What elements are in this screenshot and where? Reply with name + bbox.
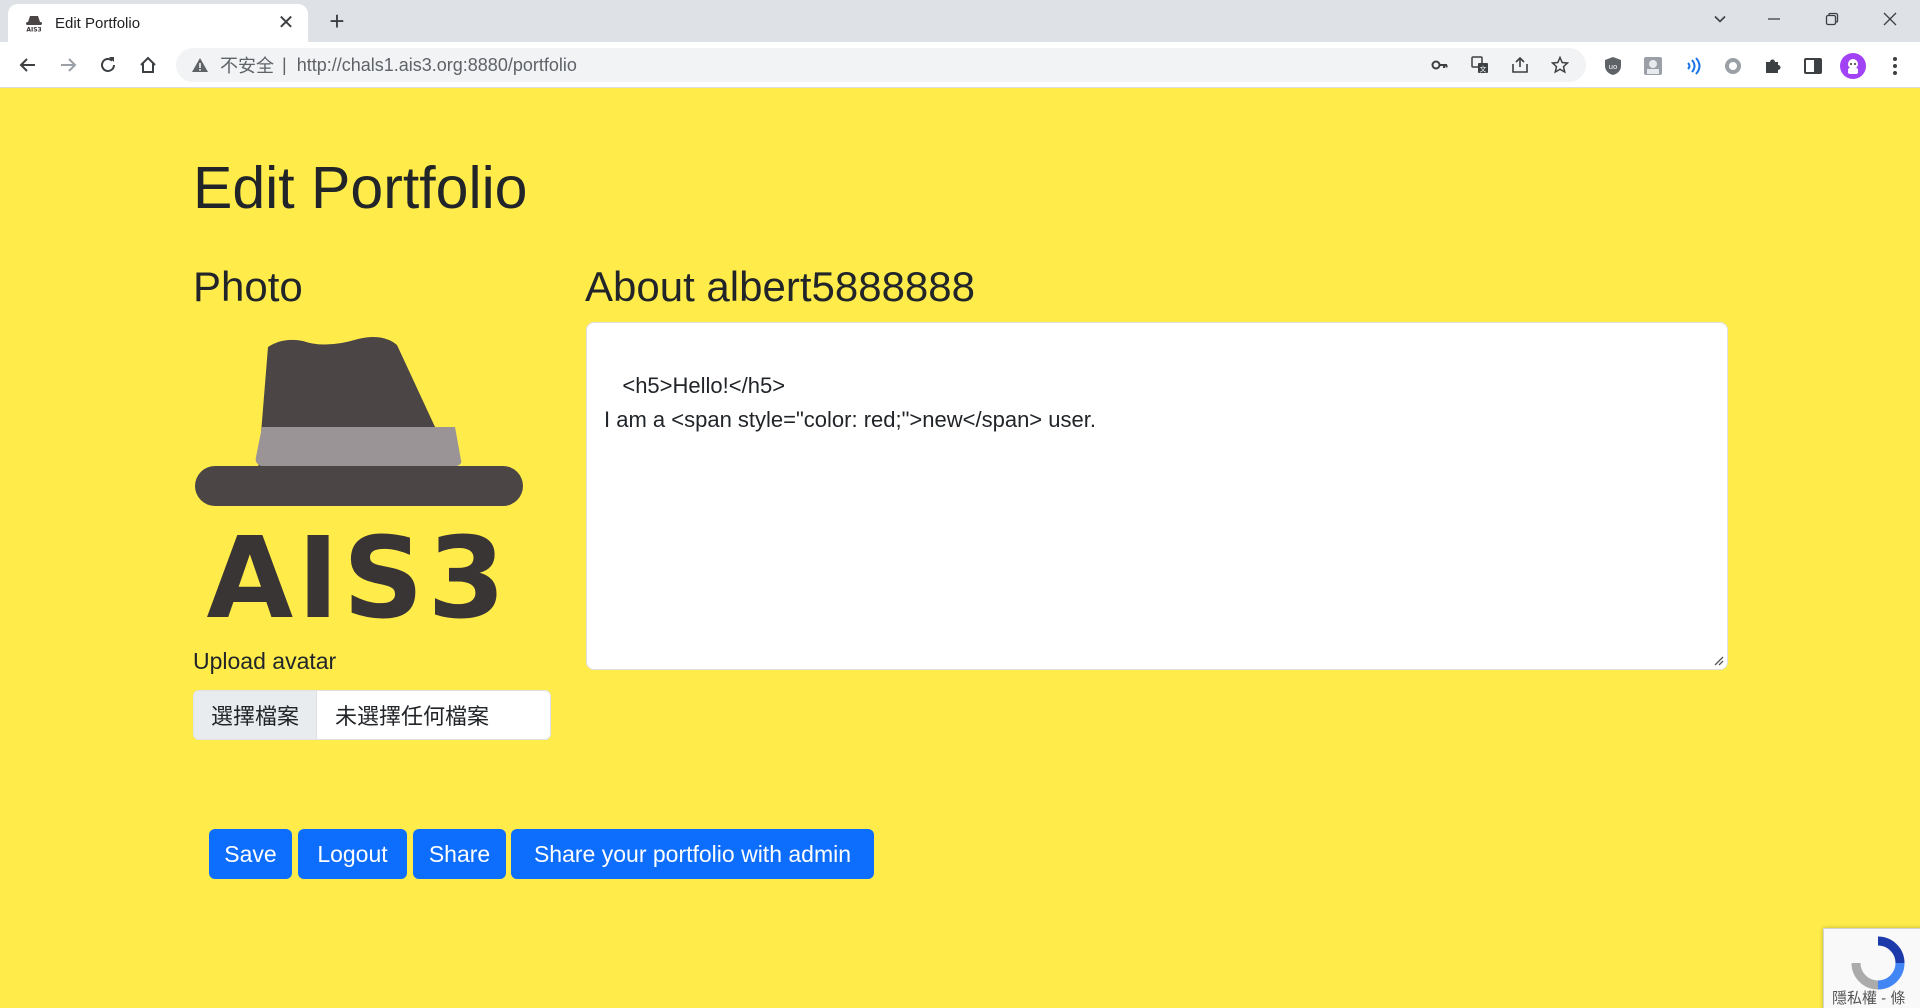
url-separator: | (282, 54, 287, 75)
url-path: /portfolio (507, 54, 577, 75)
translate-icon[interactable]: 文 (1470, 55, 1490, 75)
resize-grip-icon[interactable] (1712, 654, 1724, 666)
photo-heading: Photo (193, 263, 303, 310)
ublock-extension-icon[interactable]: uo (1602, 55, 1624, 77)
svg-text:文: 文 (1480, 65, 1487, 74)
warning-triangle-icon[interactable] (190, 55, 210, 75)
close-window-icon[interactable] (1862, 0, 1918, 38)
browser-tab[interactable]: AIS3 Edit Portfolio ✕ (8, 4, 308, 42)
extensions-puzzle-icon[interactable] (1762, 55, 1784, 77)
page-title: Edit Portfolio (193, 155, 528, 221)
not-secure-label[interactable]: 不安全 (220, 52, 274, 78)
about-textarea[interactable]: <h5>Hello!</h5> I am a <span style="colo… (586, 322, 1728, 670)
browser-tab-strip: AIS3 Edit Portfolio ✕ + (0, 0, 1920, 42)
svg-text:AIS3: AIS3 (26, 27, 41, 33)
restore-icon[interactable] (1804, 0, 1860, 38)
photo-extension-icon[interactable] (1642, 55, 1664, 77)
avatar-file-input[interactable]: 選擇檔案 未選擇任何檔案 (193, 690, 551, 740)
logout-button[interactable]: Logout (298, 829, 407, 879)
tab-search-icon[interactable] (1692, 0, 1748, 38)
choose-file-button[interactable]: 選擇檔案 (194, 691, 317, 739)
address-bar[interactable]: 不安全 | http://chals1.ais3.org:8880/portfo… (176, 48, 1586, 82)
recaptcha-privacy-text[interactable]: 隱私權 - 條 (1832, 987, 1905, 1008)
svg-text:uo: uo (1609, 63, 1618, 71)
save-button[interactable]: Save (209, 829, 292, 879)
side-panel-icon[interactable] (1802, 55, 1824, 77)
tab-title: Edit Portfolio (55, 14, 141, 32)
about-heading: About albert5888888 (585, 263, 975, 310)
share-with-admin-button[interactable]: Share your portfolio with admin (511, 829, 874, 879)
browser-toolbar: 不安全 | http://chals1.ais3.org:8880/portfo… (0, 42, 1920, 88)
tab-close-icon[interactable]: ✕ (274, 13, 298, 33)
new-tab-button[interactable]: + (322, 7, 352, 37)
about-content[interactable]: <h5>Hello!</h5> I am a <span style="colo… (604, 373, 1096, 432)
recaptcha-logo-icon (1851, 936, 1905, 990)
audio-extension-icon[interactable] (1682, 55, 1704, 77)
profile-avatar[interactable] (1840, 53, 1866, 79)
ais3-favicon-icon: AIS3 (24, 13, 44, 33)
back-arrow-icon[interactable] (12, 49, 44, 81)
url-host: http://chals1.ais3.org:8880 (296, 54, 508, 75)
chrome-menu-icon[interactable] (1884, 55, 1906, 77)
share-icon[interactable] (1510, 55, 1530, 75)
file-status-text: 未選擇任何檔案 (335, 704, 490, 729)
home-icon[interactable] (132, 49, 164, 81)
record-extension-icon[interactable] (1722, 55, 1744, 77)
reload-icon[interactable] (92, 49, 124, 81)
key-icon[interactable] (1430, 55, 1450, 75)
minimize-icon[interactable] (1746, 0, 1802, 38)
upload-avatar-label: Upload avatar (193, 648, 337, 674)
recaptcha-badge[interactable]: 隱私權 - 條 (1823, 928, 1920, 1008)
share-button[interactable]: Share (413, 829, 506, 879)
ais3-logo: AIS3 (193, 335, 523, 644)
forward-arrow-icon[interactable] (52, 49, 84, 81)
hat-band-shape (255, 427, 462, 467)
hat-brim-shape (195, 466, 523, 506)
bookmark-star-icon[interactable] (1550, 55, 1570, 75)
logo-text: AIS3 (207, 514, 510, 625)
